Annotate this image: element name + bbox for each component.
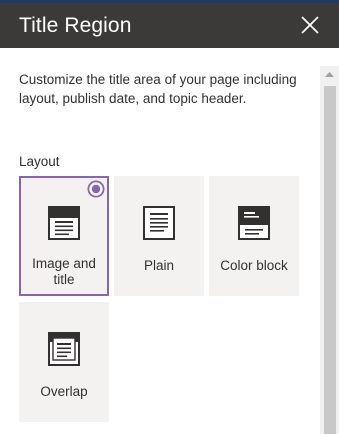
scroll-up-arrow-icon[interactable] xyxy=(320,66,339,84)
radio-selected-icon[interactable] xyxy=(87,180,105,198)
layout-option-overlap[interactable]: Overlap xyxy=(19,302,109,422)
close-icon[interactable] xyxy=(299,14,321,36)
vertical-scrollbar[interactable] xyxy=(320,66,339,434)
plain-layout-icon xyxy=(143,206,175,245)
layout-option-label: Image and title xyxy=(32,256,96,287)
panel-title: Title Region xyxy=(19,14,132,37)
layout-option-image-and-title[interactable]: Image and title xyxy=(19,176,109,296)
layout-option-color-block[interactable]: Color block xyxy=(209,176,299,296)
layout-option-label: Overlap xyxy=(40,384,88,399)
panel-header: Title Region xyxy=(0,3,339,48)
color-block-layout-icon xyxy=(238,206,270,245)
layout-option-label: Plain xyxy=(143,258,175,273)
panel-description: Customize the title area of your page in… xyxy=(19,72,297,106)
layout-option-label: Color block xyxy=(220,258,288,273)
scrollbar-thumb[interactable] xyxy=(324,86,336,434)
image-and-title-layout-icon xyxy=(48,206,80,245)
layout-option-plain[interactable]: Plain xyxy=(114,176,204,296)
layout-section-label: Layout xyxy=(19,154,60,169)
overlap-layout-icon xyxy=(48,332,80,371)
